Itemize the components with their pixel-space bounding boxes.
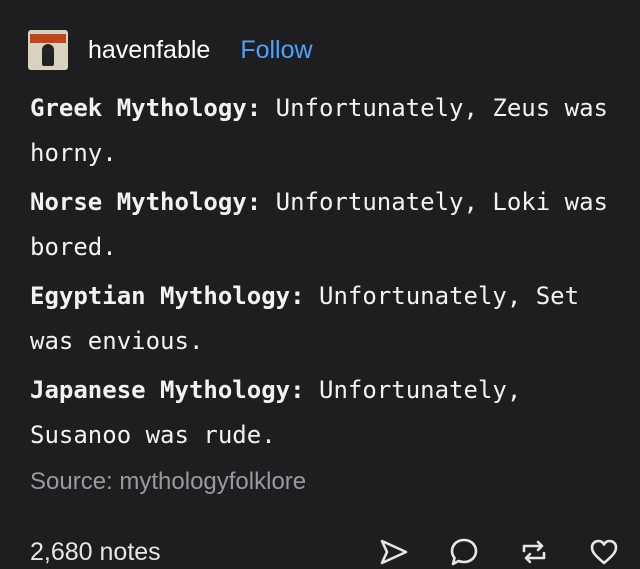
post-paragraph: Greek Mythology: Unfortunately, Zeus was… xyxy=(30,86,620,176)
paragraph-label: Egyptian Mythology: xyxy=(30,282,305,310)
paragraph-label: Greek Mythology: xyxy=(30,94,262,122)
post-actions xyxy=(378,536,620,568)
post-body: Greek Mythology: Unfortunately, Zeus was… xyxy=(30,86,620,462)
post-paragraph: Japanese Mythology: Unfortunately, Susan… xyxy=(30,368,620,458)
paragraph-label: Norse Mythology: xyxy=(30,188,262,216)
post-footer: 2,680 notes xyxy=(30,536,620,568)
share-icon[interactable] xyxy=(378,536,410,568)
avatar[interactable] xyxy=(28,30,68,70)
follow-button[interactable]: Follow xyxy=(240,36,312,65)
notes-count[interactable]: 2,680 notes xyxy=(30,538,161,567)
source-link[interactable]: Source: mythologyfolklore xyxy=(30,468,306,496)
post-paragraph: Egyptian Mythology: Unfortunately, Set w… xyxy=(30,274,620,364)
username[interactable]: havenfable xyxy=(88,36,210,65)
reply-icon[interactable] xyxy=(448,536,480,568)
post-paragraph: Norse Mythology: Unfortunately, Loki was… xyxy=(30,180,620,270)
post-header: havenfable Follow xyxy=(28,30,313,70)
reblog-icon[interactable] xyxy=(518,536,550,568)
paragraph-label: Japanese Mythology: xyxy=(30,376,305,404)
like-icon[interactable] xyxy=(588,536,620,568)
